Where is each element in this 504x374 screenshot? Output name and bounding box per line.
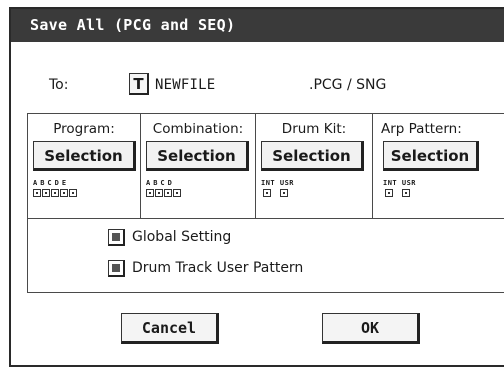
bank-checkbox[interactable]	[51, 189, 59, 197]
bank-checkbox[interactable]	[60, 189, 68, 197]
combination-bank-checkboxes[interactable]: ABCD	[146, 180, 181, 197]
arp-pattern-bank-checkboxes[interactable]: INT USR	[383, 180, 416, 197]
text-edit-button[interactable]: T	[129, 73, 149, 95]
filename-field[interactable]: NEWFILE	[155, 77, 215, 93]
bank-checkbox[interactable]	[69, 189, 77, 197]
bank-checkbox[interactable]	[385, 189, 393, 197]
global-setting-label: Global Setting	[132, 229, 232, 245]
program-column: Program: Selection ABCDE	[28, 114, 141, 218]
arp-pattern-selection-button[interactable]: Selection	[383, 141, 479, 171]
drum-kit-column: Drum Kit: Selection INT USR	[256, 114, 373, 218]
program-selection-button[interactable]: Selection	[33, 141, 136, 171]
program-bank-checkboxes[interactable]: ABCDE	[33, 180, 77, 197]
bank-checkbox[interactable]	[402, 189, 410, 197]
arp-pattern-bank-letters: INT USR	[383, 179, 417, 187]
bank-checkbox[interactable]	[42, 189, 50, 197]
arp-pattern-label: Arp Pattern:	[381, 121, 462, 137]
drum-kit-selection-button[interactable]: Selection	[261, 141, 364, 171]
file-extension-label: .PCG / SNG	[309, 77, 387, 93]
global-setting-checkbox[interactable]	[108, 229, 125, 246]
destination-row: To: T NEWFILE .PCG / SNG	[11, 73, 504, 97]
combination-selection-button[interactable]: Selection	[146, 141, 249, 171]
bank-checkbox[interactable]	[146, 189, 154, 197]
combination-bank-letters: ABCD	[146, 179, 175, 187]
bank-checkbox[interactable]	[263, 189, 271, 197]
cancel-button[interactable]: Cancel	[121, 313, 219, 344]
drum-kit-bank-letters: INT USR	[261, 179, 295, 187]
drum-kit-label: Drum Kit:	[281, 121, 347, 137]
save-all-dialog: Save All (PCG and SEQ) To: T NEWFILE .PC…	[9, 7, 504, 367]
dialog-title: Save All (PCG and SEQ)	[11, 9, 504, 42]
program-label: Program:	[53, 121, 115, 137]
panel-divider	[28, 218, 504, 219]
bank-checkbox[interactable]	[280, 189, 288, 197]
bank-checkbox[interactable]	[173, 189, 181, 197]
bank-checkbox[interactable]	[155, 189, 163, 197]
bank-checkbox[interactable]	[164, 189, 172, 197]
arp-pattern-column: Arp Pattern: Selection INT USR	[373, 114, 504, 218]
to-label: To:	[49, 77, 69, 93]
combination-label: Combination:	[152, 121, 244, 137]
bank-checkbox[interactable]	[33, 189, 41, 197]
save-options-panel: Program: Selection ABCDE Combination: Se…	[27, 113, 504, 293]
drum-track-user-pattern-checkbox[interactable]	[108, 260, 125, 277]
ok-button[interactable]: OK	[322, 313, 420, 344]
combination-column: Combination: Selection ABCD	[141, 114, 256, 218]
drum-kit-bank-checkboxes[interactable]: INT USR	[261, 180, 294, 197]
program-bank-letters: ABCDE	[33, 179, 70, 187]
drum-track-user-pattern-label: Drum Track User Pattern	[132, 260, 304, 276]
